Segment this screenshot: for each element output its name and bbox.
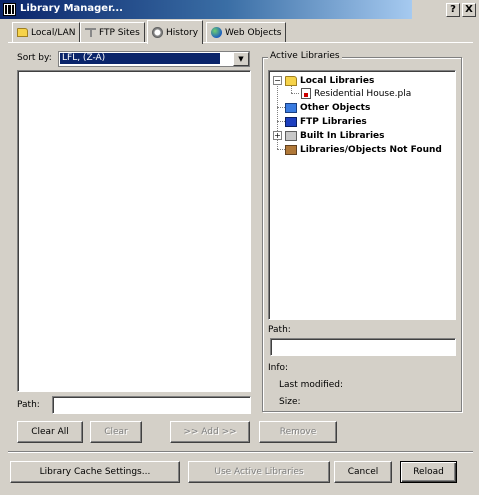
ftp-icon	[85, 28, 96, 37]
tree-item-label: FTP Libraries	[300, 116, 367, 127]
tree-connector-line	[277, 121, 285, 122]
tree-connector-line	[277, 107, 285, 108]
last-modified-label: Last modified:	[279, 380, 344, 390]
other-objects-icon	[285, 102, 297, 113]
help-button[interactable]: ?	[446, 3, 460, 17]
tab-ftp-sites[interactable]: FTP Sites	[80, 22, 145, 42]
remove-button[interactable]: Remove	[259, 421, 337, 443]
sort-by-value: LFL, (Z-A)	[60, 53, 220, 64]
active-libraries-tree[interactable]: − Local Libraries Residential House.pla …	[268, 70, 456, 320]
tab-label: History	[166, 27, 199, 38]
tab-label: Web Objects	[225, 27, 282, 38]
tab-strip-line	[8, 42, 473, 43]
builtin-library-icon	[285, 130, 297, 141]
tree-item-label: Other Objects	[300, 102, 371, 113]
sort-dropdown-button[interactable]: ▼	[233, 52, 249, 66]
active-libraries-title: Active Libraries	[268, 51, 342, 61]
tab-web-objects[interactable]: Web Objects	[206, 22, 287, 42]
not-found-icon	[285, 144, 297, 155]
tree-item-local-libraries[interactable]: Local Libraries	[285, 74, 374, 87]
title-bar[interactable]: Library Manager...	[0, 0, 412, 19]
tree-item-not-found[interactable]: Libraries/Objects Not Found	[285, 143, 442, 156]
reload-button[interactable]: Reload	[400, 461, 457, 483]
sort-by-label: Sort by:	[17, 53, 52, 63]
cancel-button[interactable]: Cancel	[334, 461, 392, 483]
folder-icon	[285, 75, 297, 86]
separator	[8, 451, 473, 453]
library-cache-settings-button[interactable]: Library Cache Settings...	[10, 461, 180, 483]
path-field[interactable]	[52, 396, 251, 414]
chevron-down-icon: ▼	[238, 55, 244, 63]
use-active-libraries-button[interactable]: Use Active Libraries	[188, 461, 330, 483]
tab-local-lan[interactable]: Local/LAN	[12, 22, 81, 42]
tree-item-label: Libraries/Objects Not Found	[300, 144, 442, 155]
tree-item-built-in-libraries[interactable]: Built In Libraries	[285, 129, 385, 142]
tab-label: FTP Sites	[99, 27, 140, 38]
history-list[interactable]	[17, 70, 251, 392]
active-path-field[interactable]	[270, 338, 456, 356]
tree-item-other-objects[interactable]: Other Objects	[285, 101, 370, 114]
tree-item-ftp-libraries[interactable]: FTP Libraries	[285, 115, 367, 128]
path-label: Path:	[17, 400, 40, 410]
info-label: Info:	[268, 363, 289, 373]
tree-connector-line	[277, 149, 285, 150]
clear-button[interactable]: Clear	[90, 421, 142, 443]
active-path-label: Path:	[268, 325, 291, 335]
size-label: Size:	[279, 397, 301, 407]
tab-history[interactable]: History	[147, 20, 204, 44]
ftp-library-icon	[285, 116, 297, 127]
tree-item-residential-house[interactable]: Residential House.pla	[301, 87, 411, 100]
add-button[interactable]: >> Add >>	[170, 421, 250, 443]
clear-all-button[interactable]: Clear All	[17, 421, 83, 443]
tree-item-label: Residential House.pla	[314, 88, 412, 99]
tree-item-label: Local Libraries	[300, 75, 375, 86]
tab-label: Local/LAN	[31, 27, 76, 38]
tree-item-label: Built In Libraries	[300, 130, 385, 141]
folder-icon	[17, 28, 28, 37]
close-button[interactable]: X	[462, 3, 476, 17]
library-manager-app-icon	[3, 3, 16, 16]
collapse-toggle[interactable]: −	[273, 76, 282, 85]
globe-icon	[211, 27, 222, 38]
tree-connector-line	[291, 93, 299, 94]
library-file-icon	[301, 88, 311, 99]
history-icon	[152, 27, 163, 38]
expand-toggle[interactable]: +	[273, 131, 282, 140]
window-title: Library Manager...	[20, 3, 123, 14]
